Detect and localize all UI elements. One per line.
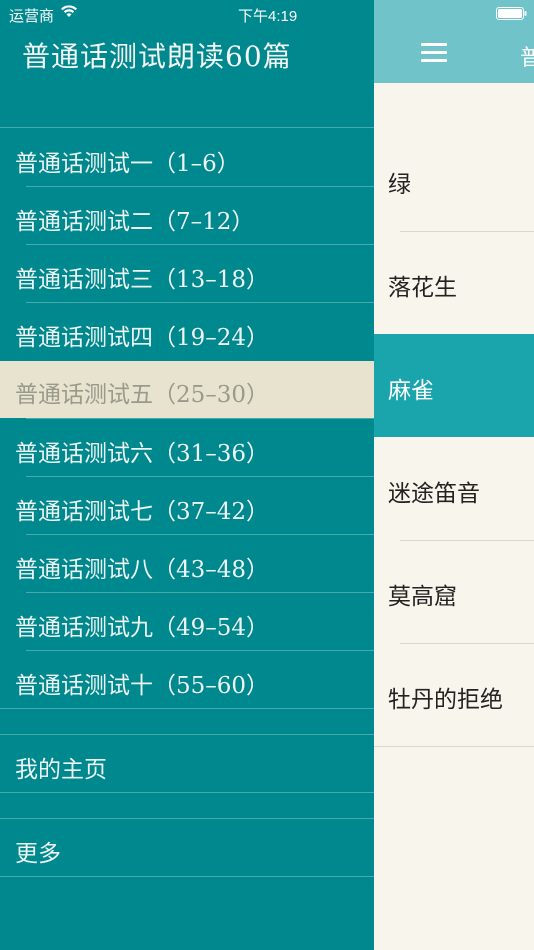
drawer-item-label: 普通话测试六（31–36） [15, 441, 270, 467]
main-content: 普 绿 落花生 麻雀 迷途笛音 莫高窟 牡丹的拒绝 [374, 0, 534, 950]
side-drawer: 普通话测试朗读60篇 普通话测试一（1–6） 普通话测试二（7–12） 普通话测… [0, 0, 374, 950]
divider [26, 534, 374, 535]
drawer-item-label: 普通话测试九（49–54） [15, 615, 270, 641]
drawer-item-label: 普通话测试二（7–12） [15, 209, 255, 235]
drawer-item-test-6[interactable]: 普通话测试六（31–36） [0, 420, 374, 477]
nav-title: 普 [520, 46, 534, 71]
divider [0, 792, 374, 793]
drawer-item-test-5[interactable]: 普通话测试五（25–30） [0, 361, 374, 418]
clock: 下午4:19 [238, 8, 298, 25]
divider [0, 708, 374, 709]
article-title: 落花生 [388, 275, 457, 301]
drawer-item-label: 普通话测试四（19–24） [15, 325, 270, 351]
carrier-label: 运营商 [9, 8, 55, 25]
drawer-item-test-3[interactable]: 普通话测试三（13–18） [0, 246, 374, 303]
article-row[interactable]: 绿 [374, 128, 534, 231]
drawer-item-test-2[interactable]: 普通话测试二（7–12） [0, 188, 374, 245]
drawer-item-label: 普通话测试五（25–30） [15, 382, 270, 408]
divider [374, 746, 534, 747]
article-row[interactable]: 迷途笛音 [374, 437, 534, 540]
drawer-item-test-1[interactable]: 普通话测试一（1–6） [0, 130, 374, 187]
article-title: 绿 [388, 172, 411, 198]
article-title: 莫高窟 [388, 584, 457, 610]
drawer-item-test-7[interactable]: 普通话测试七（37–42） [0, 478, 374, 535]
status-bar: 运营商 下午4:19 [0, 0, 534, 28]
wifi-icon [61, 5, 77, 17]
divider [0, 818, 374, 819]
drawer-item-test-9[interactable]: 普通话测试九（49–54） [0, 594, 374, 651]
drawer-item-test-8[interactable]: 普通话测试八（43–48） [0, 536, 374, 593]
hamburger-menu-icon[interactable] [421, 43, 447, 65]
drawer-item-test-10[interactable]: 普通话测试十（55–60） [0, 652, 374, 709]
drawer-item-label: 普通话测试八（43–48） [15, 557, 270, 583]
article-title: 迷途笛音 [388, 481, 480, 507]
divider [0, 876, 374, 877]
drawer-item-label: 更多 [15, 841, 61, 867]
drawer-item-label: 普通话测试一（1–6） [15, 151, 240, 177]
divider [26, 186, 374, 187]
divider [26, 650, 374, 651]
drawer-item-my-homepage[interactable]: 我的主页 [0, 736, 374, 793]
divider [26, 592, 374, 593]
drawer-item-label: 普通话测试十（55–60） [15, 673, 270, 699]
drawer-item-label: 我的主页 [15, 757, 107, 783]
battery-icon [496, 7, 527, 20]
drawer-title: 普通话测试朗读60篇 [22, 40, 292, 73]
article-row[interactable]: 莫高窟 [374, 540, 534, 643]
divider [26, 476, 374, 477]
article-title: 麻雀 [388, 378, 434, 404]
drawer-item-more[interactable]: 更多 [0, 820, 374, 877]
drawer-item-label: 普通话测试七（37–42） [15, 499, 270, 525]
divider [0, 127, 374, 128]
divider [26, 418, 374, 419]
drawer-item-label: 普通话测试三（13–18） [15, 267, 270, 293]
drawer-item-test-4[interactable]: 普通话测试四（19–24） [0, 304, 374, 361]
article-row[interactable]: 落花生 [374, 231, 534, 334]
divider [0, 734, 374, 735]
article-title: 牡丹的拒绝 [388, 687, 503, 713]
article-row[interactable]: 牡丹的拒绝 [374, 643, 534, 746]
divider [26, 244, 374, 245]
article-row[interactable]: 麻雀 [374, 334, 534, 437]
divider [26, 302, 374, 303]
